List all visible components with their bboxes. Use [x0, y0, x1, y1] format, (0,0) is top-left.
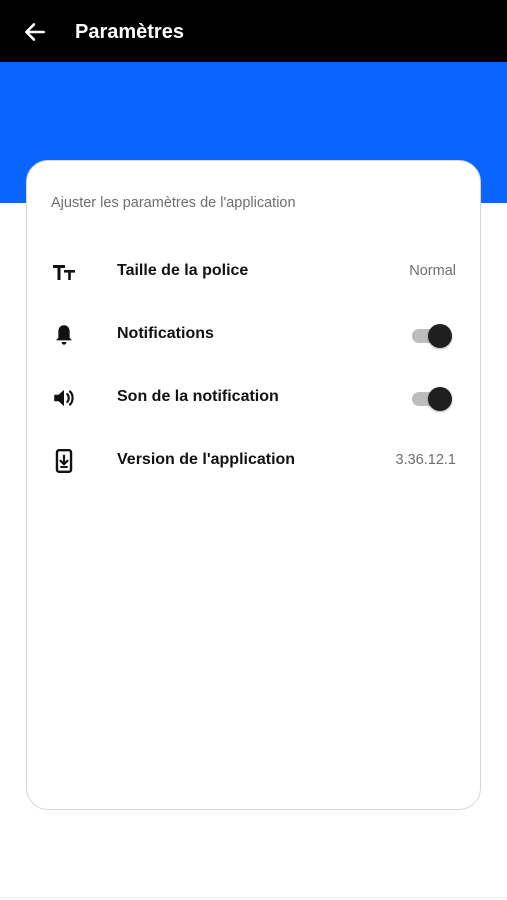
notifications-row: Notifications	[27, 310, 479, 360]
back-button[interactable]	[18, 15, 52, 49]
settings-subtitle: Ajuster les paramètres de l'application	[51, 195, 296, 211]
app-version-value: 3.36.12.1	[395, 452, 456, 468]
toggle-thumb	[428, 387, 452, 411]
app-version-label: Version de l'application	[117, 451, 296, 468]
phone-download-icon	[51, 448, 77, 474]
notification-sound-label: Son de la notification	[117, 388, 279, 405]
settings-card: Ajuster les paramètres de l'application …	[26, 160, 481, 810]
notifications-toggle[interactable]	[412, 323, 452, 348]
notification-sound-toggle[interactable]	[412, 386, 452, 411]
notifications-label: Notifications	[117, 325, 214, 342]
font-size-row[interactable]: Taille de la police Normal	[27, 247, 479, 297]
bottom-divider	[0, 897, 507, 898]
toggle-thumb	[428, 324, 452, 348]
page-title: Paramètres	[75, 21, 184, 43]
app-version-row: Version de l'application 3.36.12.1	[27, 436, 479, 486]
text-size-icon	[51, 259, 77, 285]
speaker-icon	[51, 385, 77, 411]
notification-sound-row: Son de la notification	[27, 373, 479, 423]
app-bar: Paramètres	[0, 0, 507, 62]
bell-icon	[51, 322, 77, 348]
font-size-value: Normal	[409, 263, 456, 279]
font-size-label: Taille de la police	[117, 262, 249, 279]
arrow-left-icon	[25, 23, 45, 41]
